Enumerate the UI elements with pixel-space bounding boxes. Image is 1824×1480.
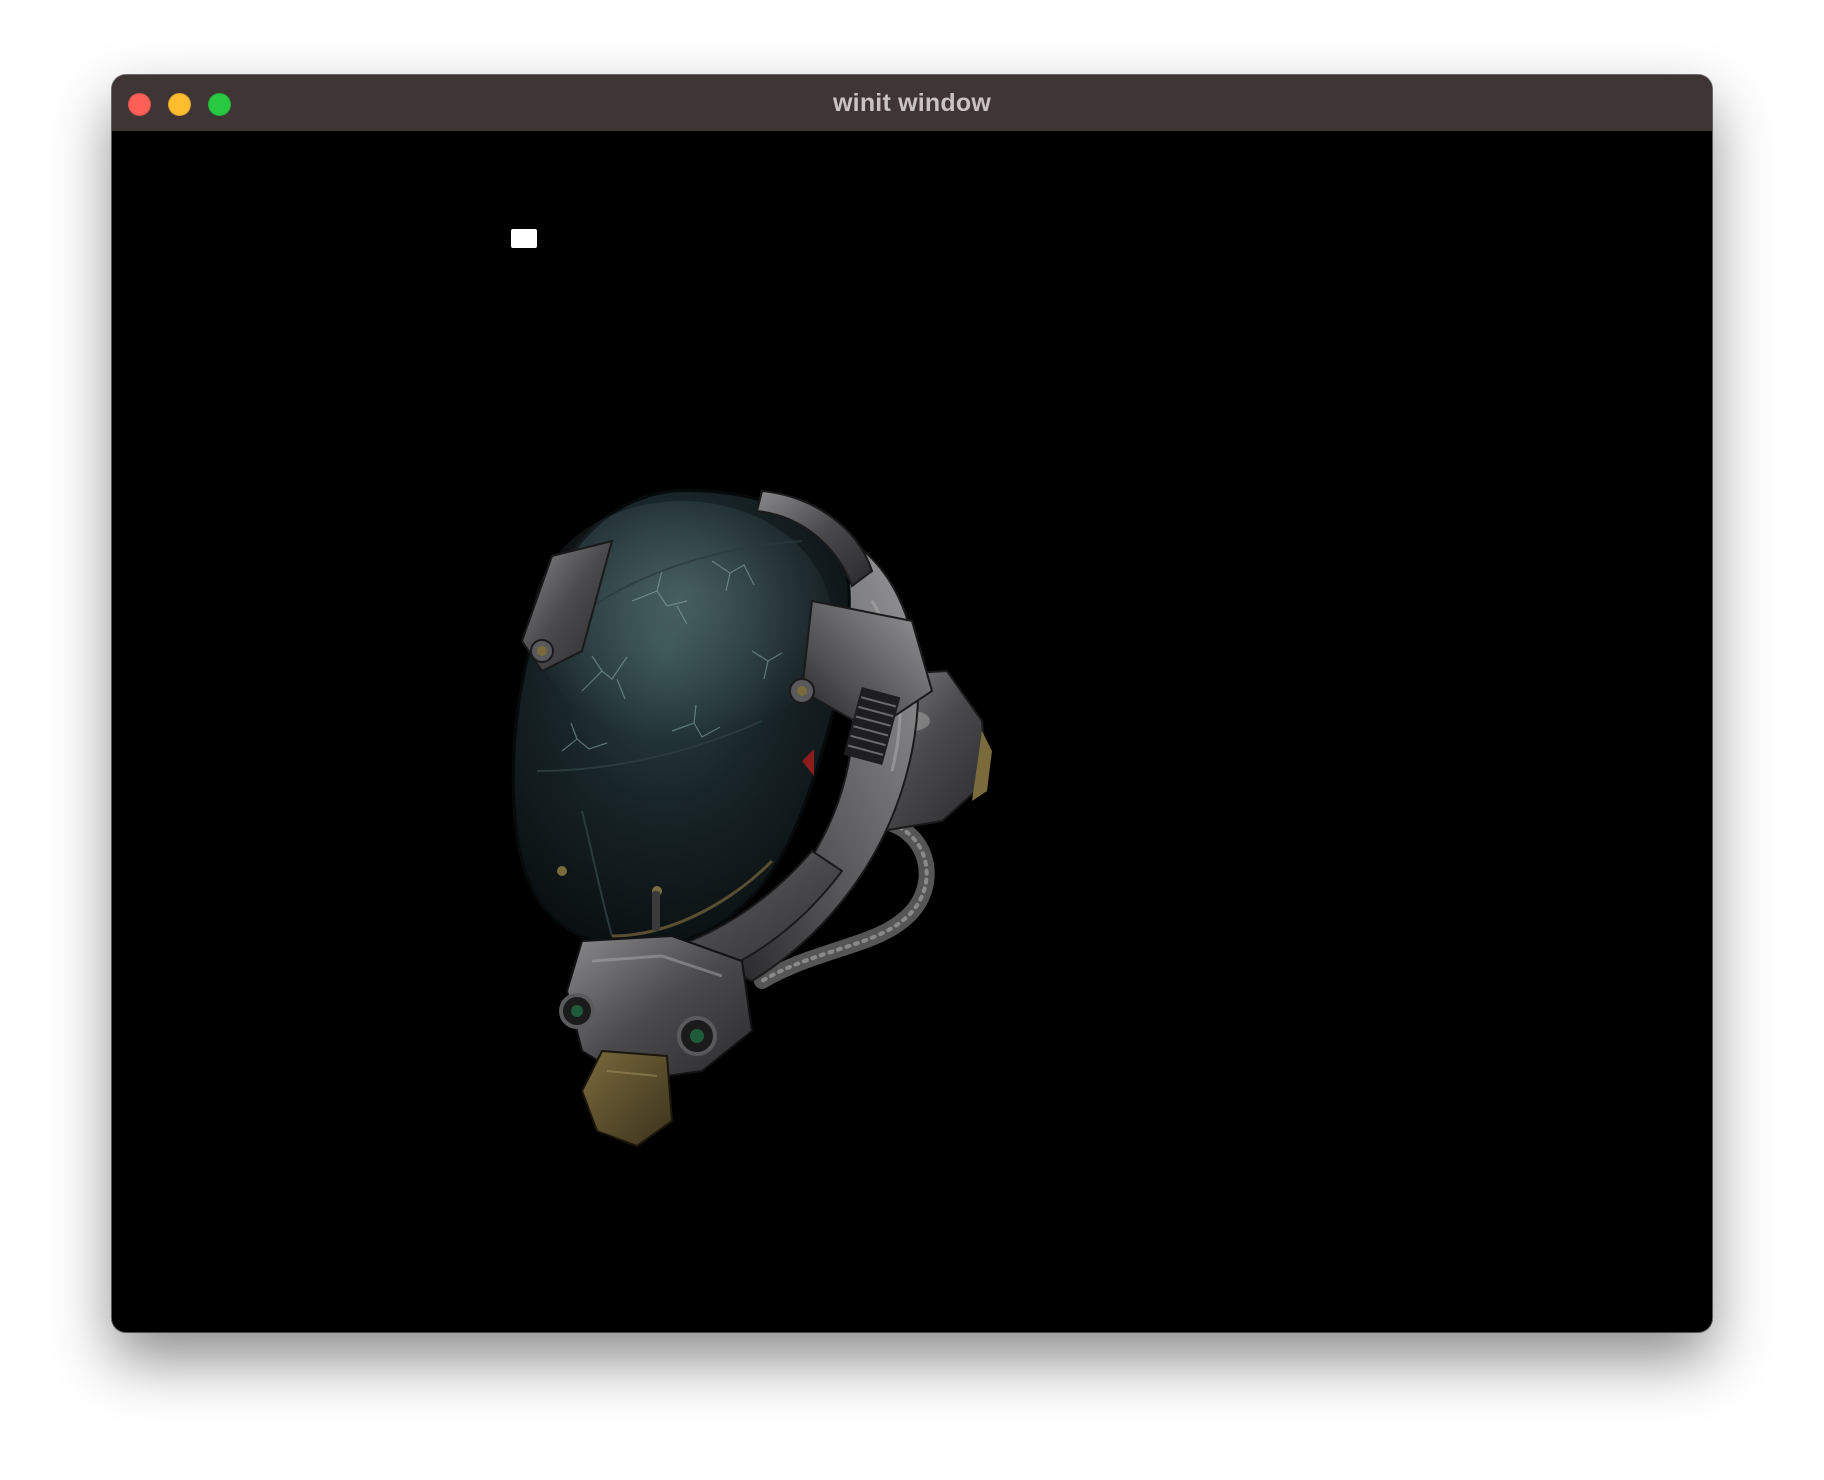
desktop-background: winit window <box>0 0 1824 1480</box>
render-viewport[interactable] <box>112 131 1712 1332</box>
helmet-model <box>511 488 992 1148</box>
scene-canvas <box>511 229 992 1148</box>
window-title: winit window <box>833 89 991 117</box>
light-marker <box>511 229 537 248</box>
app-window: winit window <box>112 75 1712 1332</box>
helmet-respirator <box>580 1049 674 1148</box>
title-bar[interactable]: winit window <box>112 75 1712 132</box>
